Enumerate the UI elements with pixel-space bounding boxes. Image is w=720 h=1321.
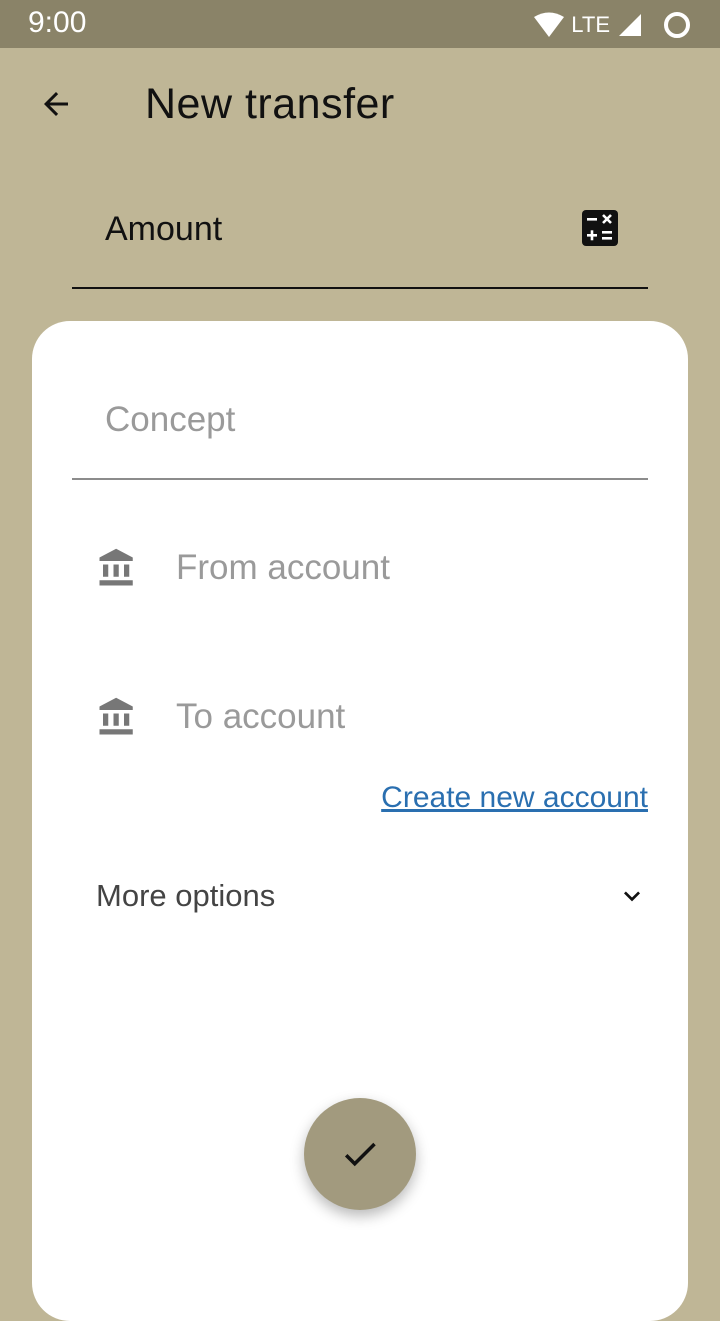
amount-field: [72, 180, 648, 290]
bank-icon: [99, 548, 133, 586]
transfer-form-card: From account To account Create new accou…: [32, 321, 688, 1321]
signal-icon: [619, 14, 641, 36]
confirm-fab[interactable]: [304, 1098, 416, 1210]
create-account-link[interactable]: Create new account: [381, 781, 648, 815]
more-options-toggle[interactable]: More options: [96, 871, 648, 921]
from-account-label: From account: [176, 548, 390, 587]
check-icon: [344, 1142, 376, 1167]
wifi-icon: [534, 12, 565, 37]
concept-field: [72, 381, 648, 481]
calculator-button[interactable]: [582, 210, 618, 246]
back-button[interactable]: [28, 76, 84, 132]
arrow-back-icon: [44, 92, 68, 116]
circle-icon: [664, 12, 690, 38]
status-icons: LTE: [533, 10, 692, 40]
more-options-label: More options: [96, 878, 276, 913]
to-account-label: To account: [176, 697, 346, 736]
bank-icon: [99, 697, 133, 735]
status-time: 9:00: [28, 6, 87, 39]
to-account-selector[interactable]: To account: [96, 687, 656, 747]
network-label: LTE: [571, 12, 610, 37]
page-title: New transfer: [145, 80, 395, 128]
chevron-down-icon: [624, 891, 640, 902]
app-bar: New transfer: [0, 48, 720, 160]
concept-underline: [72, 478, 648, 480]
from-account-selector[interactable]: From account: [96, 538, 656, 598]
calculator-icon: [582, 210, 618, 246]
concept-input[interactable]: [72, 381, 648, 459]
status-bar: 9:00 LTE: [0, 0, 720, 48]
amount-input[interactable]: [72, 180, 572, 280]
amount-underline: [72, 287, 648, 289]
